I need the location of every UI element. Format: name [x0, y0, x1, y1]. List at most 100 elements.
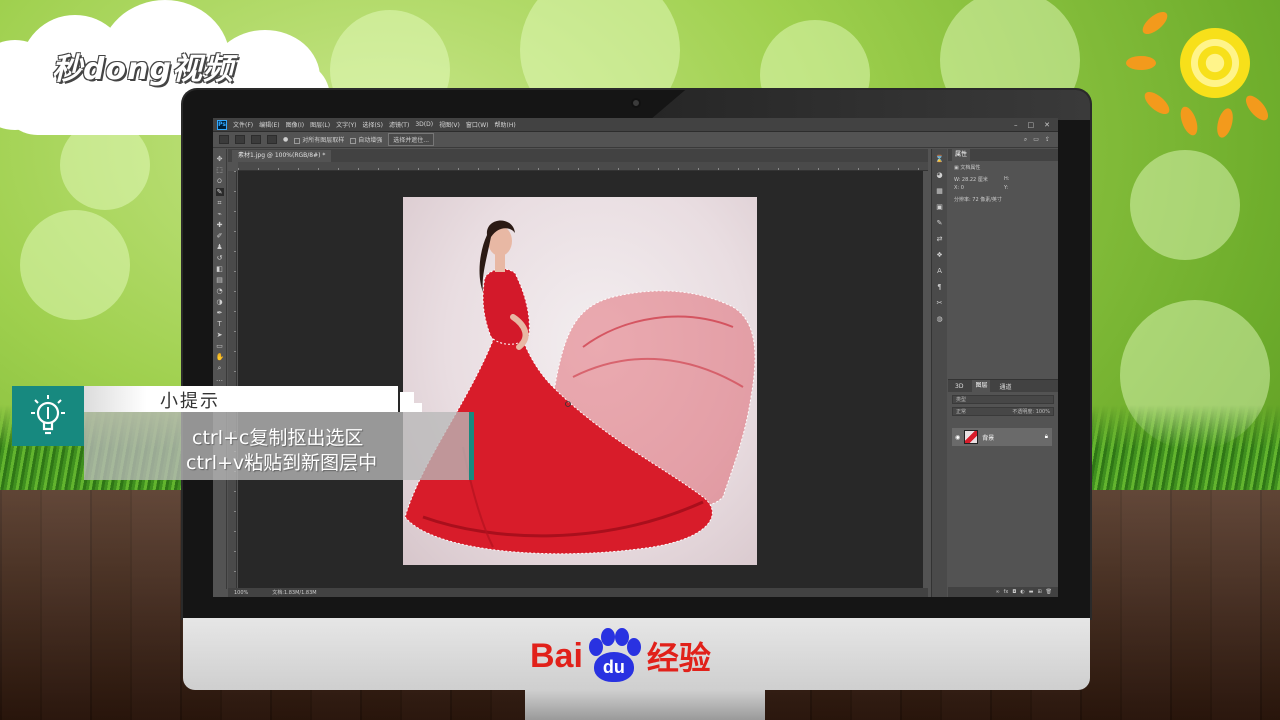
horizontal-ruler[interactable] — [238, 162, 928, 171]
menu-bar: Ps 文件(F) 编辑(E) 图像(I) 图层(L) 文字(Y) 选择(S) 滤… — [213, 118, 1058, 132]
zoom-tool-icon[interactable]: ⌕ — [216, 364, 224, 372]
tools-panel: ✥ ⬚ ଠ ✎ ⌗ ⌁ ✚ ✐ ♟ ↺ ◧ ▤ ◔ ◑ ✒ T ➤ ▭ ✋ ⌕ … — [213, 149, 227, 589]
document-size: 文档:1.83M/1.83M — [272, 590, 317, 596]
layer-row-background[interactable]: ◉ 背景 🔒︎ — [952, 428, 1052, 446]
close-icon[interactable]: ✕ — [1044, 121, 1050, 129]
document-tab[interactable]: 素材1.jpg @ 100%(RGB/8#) * — [232, 150, 332, 162]
canvas-photo-red-dress[interactable] — [403, 197, 757, 565]
layer-filter-label: 类型 — [956, 397, 967, 403]
rectangle-tool-icon[interactable]: ▭ — [216, 342, 224, 350]
search-icon[interactable]: ⌕ — [1024, 136, 1027, 144]
adjustment-layer-icon[interactable]: ◐ — [1020, 589, 1024, 595]
select-and-mask-button[interactable]: 选择并遮住... — [388, 133, 435, 146]
new-layer-icon[interactable]: ⊞ — [1037, 589, 1041, 595]
document-properties-title: ▣ 文档属性 — [954, 165, 981, 171]
color-panel-icon[interactable]: ◕ — [935, 171, 944, 180]
paragraph-panel-icon[interactable]: ¶ — [935, 283, 944, 292]
link-layers-icon[interactable]: ∞ — [995, 589, 999, 595]
add-to-selection-button[interactable] — [251, 135, 261, 144]
auto-enhance-label: 自动增强 — [358, 137, 383, 144]
blend-opacity-row: 正常 不透明度: 100% — [952, 407, 1054, 416]
hand-tool-icon[interactable]: ✋ — [216, 353, 225, 361]
path-selection-icon[interactable]: ➤ — [216, 331, 224, 339]
sample-all-layers-checkbox[interactable]: 对所有图层取样 — [294, 135, 344, 144]
maximize-icon[interactable]: □ — [1028, 121, 1035, 129]
blur-tool-icon[interactable]: ◔ — [216, 287, 224, 295]
panel-dock: ⌛ ◕ ▦ ▣ ✎ ⇄ ❖ A ¶ ✂ ◍ — [931, 149, 947, 597]
baidu-paw-text: du — [593, 652, 634, 682]
new-selection-button[interactable] — [235, 135, 245, 144]
options-bar: ● 对所有图层取样 自动增强 选择并遮住... ⌕ ▭ ⇪ — [213, 132, 1058, 148]
gradient-tool-icon[interactable]: ▤ — [216, 276, 224, 284]
menu-filter[interactable]: 滤镜(T) — [389, 120, 409, 129]
libraries-panel-icon[interactable]: ▣ — [935, 203, 944, 212]
quick-selection-tool-icon[interactable]: ✎ — [215, 188, 224, 196]
3d-panel-icon[interactable]: ◍ — [935, 315, 944, 324]
tab-3d[interactable]: 3D — [952, 383, 966, 390]
menu-view[interactable]: 视图(V) — [439, 120, 460, 129]
document-size-fields: W: 28.22 厘米 H: X: 0 Y: — [948, 174, 1058, 193]
layer-style-icon[interactable]: fx — [1004, 589, 1009, 595]
more-tools-icon[interactable]: … — [216, 375, 224, 383]
share-icon[interactable]: ⇪ — [1045, 136, 1050, 144]
dodge-tool-icon[interactable]: ◑ — [216, 298, 224, 306]
swatches-panel-icon[interactable]: ▦ — [935, 187, 944, 196]
tab-properties[interactable]: 属性 — [952, 149, 971, 161]
menu-image[interactable]: 图像(I) — [286, 120, 304, 129]
document-tab-bar: 素材1.jpg @ 100%(RGB/8#) * — [228, 149, 928, 162]
brush-size-icon[interactable]: ● — [283, 136, 288, 143]
jingyan-text: 经验 — [646, 639, 711, 677]
lasso-tool-icon[interactable]: ଠ — [216, 177, 224, 185]
menu-type[interactable]: 文字(Y) — [336, 120, 356, 129]
opacity-field[interactable]: 不透明度: 100% — [1012, 408, 1050, 415]
menu-file[interactable]: 文件(F) — [233, 120, 253, 129]
document-properties-label: 文档属性 — [960, 165, 981, 171]
stamp-tool-icon[interactable]: ♟ — [216, 243, 224, 251]
tools-preset-icon[interactable]: ✂ — [935, 299, 944, 308]
layer-mask-icon[interactable]: ◘ — [1012, 589, 1016, 595]
menu-layer[interactable]: 图层(L) — [310, 120, 330, 129]
layer-filter-dropdown[interactable]: 类型 — [952, 395, 1054, 404]
character-panel-icon[interactable]: A — [935, 267, 944, 276]
menu-3d[interactable]: 3D(D) — [415, 121, 433, 128]
tool-preset-picker[interactable] — [219, 135, 229, 144]
width-field[interactable]: W: 28.22 厘米 — [954, 176, 1002, 183]
pen-tool-icon[interactable]: ✒ — [216, 309, 224, 317]
crop-tool-icon[interactable]: ⌗ — [216, 199, 224, 207]
eraser-tool-icon[interactable]: ◧ — [216, 265, 224, 273]
x-field[interactable]: X: 0 — [954, 185, 1002, 191]
history-panel-icon[interactable]: ⌛ — [935, 155, 944, 164]
group-icon[interactable]: ▬ — [1029, 589, 1034, 595]
blend-mode-select[interactable]: 正常 — [956, 408, 966, 415]
layers-footer: ∞ fx ◘ ◐ ▬ ⊞ 🗑︎ — [948, 587, 1058, 597]
tab-layers[interactable]: 图层 — [972, 380, 991, 392]
vertical-ruler[interactable] — [228, 171, 237, 588]
history-brush-icon[interactable]: ↺ — [216, 254, 224, 262]
brush-panel-icon[interactable]: ✎ — [935, 219, 944, 228]
eyedropper-tool-icon[interactable]: ⌁ — [216, 210, 224, 218]
styles-panel-icon[interactable]: ❖ — [935, 251, 944, 260]
tab-channels[interactable]: 通道 — [996, 382, 1014, 391]
subtract-selection-button[interactable] — [267, 135, 277, 144]
marquee-tool-icon[interactable]: ⬚ — [216, 166, 224, 174]
zoom-level[interactable]: 100% — [234, 590, 248, 596]
height-field[interactable]: H: — [1004, 176, 1052, 183]
menu-window[interactable]: 窗口(W) — [466, 120, 489, 129]
tip-title: 小提示 — [160, 391, 220, 412]
layers-panel-header: 3D 图层 通道 — [948, 380, 1058, 392]
type-tool-icon[interactable]: T — [216, 320, 224, 328]
minimize-icon[interactable]: – — [1014, 121, 1018, 129]
visibility-eye-icon[interactable]: ◉ — [955, 434, 960, 441]
menu-select[interactable]: 选择(S) — [362, 120, 383, 129]
brush-tool-icon[interactable]: ✐ — [216, 232, 224, 240]
auto-enhance-checkbox[interactable]: 自动增强 — [350, 135, 382, 144]
adjustments-panel-icon[interactable]: ⇄ — [935, 235, 944, 244]
y-field[interactable]: Y: — [1004, 185, 1052, 191]
menu-help[interactable]: 帮助(H) — [495, 120, 516, 129]
menu-edit[interactable]: 编辑(E) — [259, 120, 279, 129]
healing-tool-icon[interactable]: ✚ — [216, 221, 224, 229]
move-tool-icon[interactable]: ✥ — [216, 155, 224, 163]
delete-layer-icon[interactable]: 🗑︎ — [1046, 589, 1052, 595]
baidu-jingyan-logo: Bai du 经验 — [530, 628, 711, 684]
workspace-icon[interactable]: ▭ — [1033, 136, 1039, 144]
